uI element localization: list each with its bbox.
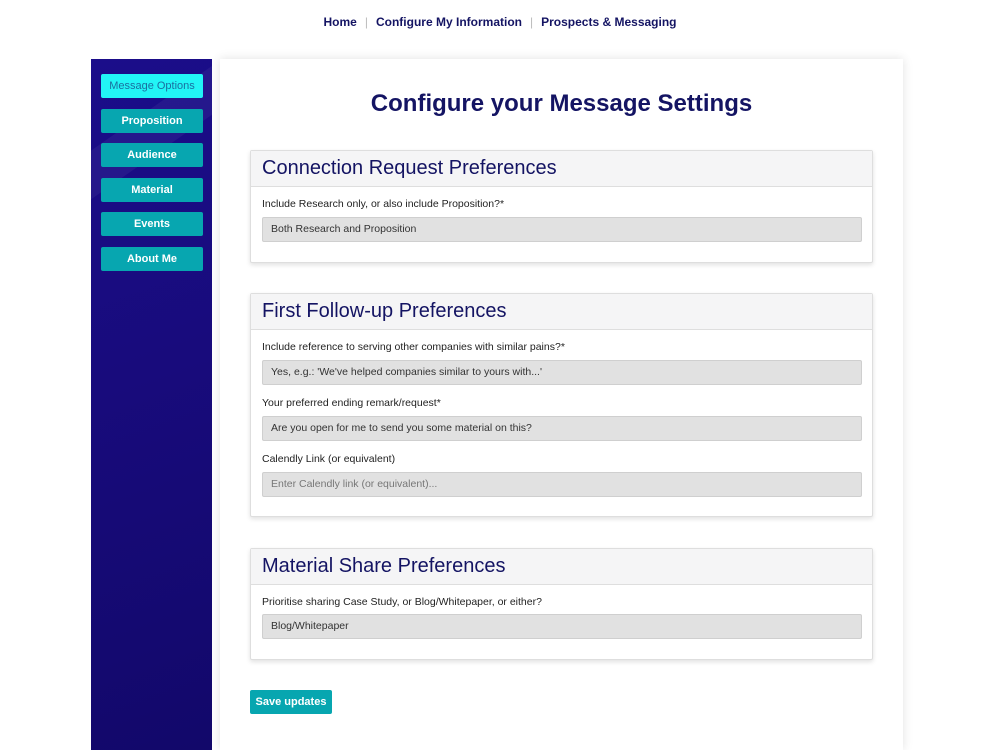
card-title: Connection Request Preferences (251, 151, 872, 187)
sidebar-item-events[interactable]: Events (101, 212, 203, 236)
calendly-link-input[interactable]: Enter Calendly link (or equivalent)... (262, 472, 862, 497)
field-label: Calendly Link (or equivalent) (262, 453, 396, 465)
sidebar-item-about-me[interactable]: About Me (101, 247, 203, 271)
similar-pains-select[interactable]: Yes, e.g.: 'We've helped companies simil… (262, 360, 862, 385)
field-label: Prioritise sharing Case Study, or Blog/W… (262, 596, 542, 608)
sidebar-item-material[interactable]: Material (101, 178, 203, 202)
research-proposition-select[interactable]: Both Research and Proposition (262, 217, 862, 242)
top-nav: Home | Configure My Information | Prospects … (0, 14, 1000, 30)
card-title: Material Share Preferences (251, 549, 872, 585)
field-label: Your preferred ending remark/request* (262, 397, 441, 409)
field-label: Include Research only, or also include P… (262, 198, 505, 210)
connection-request-card: Connection Request Preferences Include R… (250, 150, 873, 263)
first-follow-up-card: First Follow-up Preferences Include refe… (250, 293, 873, 517)
nav-prospects-link[interactable]: Prospects & Messaging (533, 14, 684, 30)
material-share-card: Material Share Preferences Prioritise sh… (250, 548, 873, 660)
nav-home-link[interactable]: Home (316, 14, 365, 30)
ending-remark-select[interactable]: Are you open for me to send you some mat… (262, 416, 862, 441)
sidebar-item-proposition[interactable]: Proposition (101, 109, 203, 133)
sidebar: Message Options Proposition Audience Mat… (91, 59, 212, 750)
sidebar-item-message-options[interactable]: Message Options (101, 74, 203, 98)
main-panel: Configure your Message Settings Connecti… (220, 59, 903, 750)
material-type-select[interactable]: Blog/Whitepaper (262, 614, 862, 639)
page-title: Configure your Message Settings (370, 90, 753, 117)
sidebar-item-audience[interactable]: Audience (101, 143, 203, 167)
field-label: Include reference to serving other compa… (262, 341, 565, 353)
card-title: First Follow-up Preferences (251, 294, 872, 330)
nav-configure-link[interactable]: Configure My Information (368, 14, 530, 30)
save-updates-button[interactable]: Save updates (250, 690, 332, 714)
